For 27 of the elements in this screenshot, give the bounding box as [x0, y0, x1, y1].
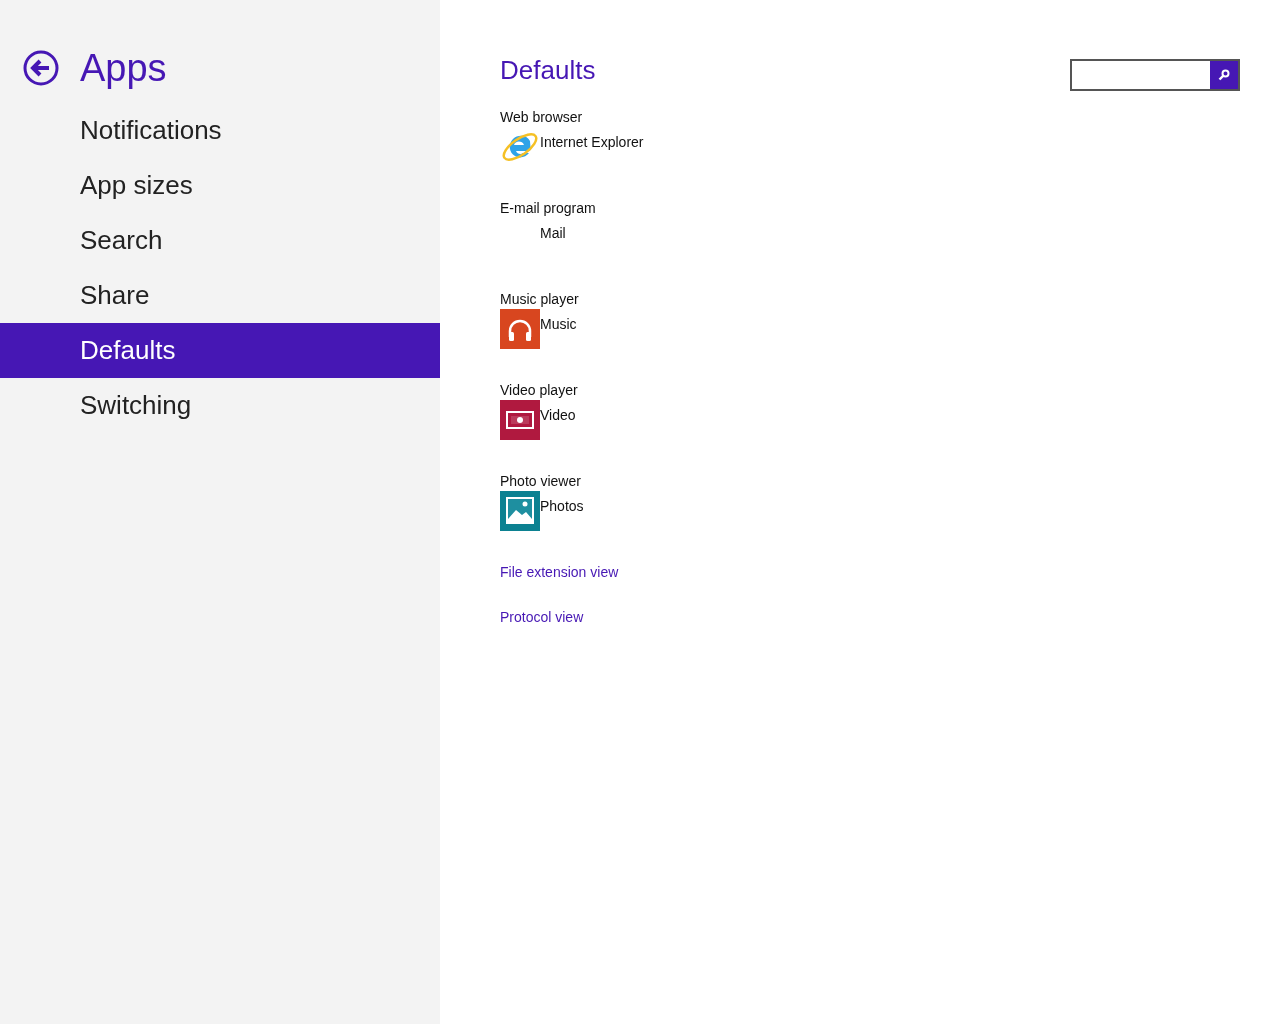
app-name[interactable]: Music	[540, 316, 577, 332]
search-field[interactable]	[1070, 59, 1240, 91]
nav-item[interactable]: Share	[0, 268, 440, 323]
nav-item[interactable]: App sizes	[0, 158, 440, 213]
headphones-icon	[500, 309, 540, 349]
search-icon	[1218, 69, 1230, 81]
search-button[interactable]	[1210, 61, 1238, 89]
app-name[interactable]: Mail	[540, 225, 566, 241]
app-name[interactable]: Internet Explorer	[540, 134, 644, 150]
default-label: Video player	[500, 382, 579, 400]
default-label: E-mail program	[500, 200, 597, 218]
default-label: Music player	[500, 291, 580, 309]
settings-link[interactable]: Protocol view	[500, 609, 1240, 654]
default-label: Web browser	[500, 109, 584, 127]
settings-link[interactable]: File extension view	[500, 564, 1240, 609]
app-name[interactable]: Video	[540, 407, 576, 423]
nav-item[interactable]: Search	[0, 213, 440, 268]
back-icon[interactable]	[23, 50, 59, 86]
default-label: Photo viewer	[500, 473, 582, 491]
photo-icon	[500, 491, 540, 531]
nav-item[interactable]: Defaults	[0, 323, 440, 378]
video-icon	[500, 400, 540, 440]
nav-item[interactable]: Switching	[0, 378, 440, 433]
app-name[interactable]: Photos	[540, 498, 584, 514]
section-heading: Defaults	[500, 55, 596, 86]
nav-item[interactable]: Notifications	[0, 103, 440, 158]
page-title: Apps	[80, 46, 167, 90]
